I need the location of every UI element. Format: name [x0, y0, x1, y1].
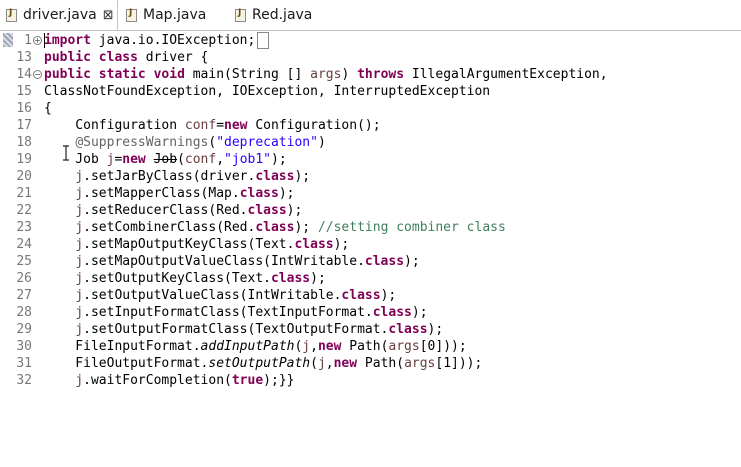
line-number: 28 [16, 305, 32, 320]
code-line[interactable]: Configuration conf=new Configuration(); [44, 117, 380, 134]
code-line[interactable]: @SuppressWarnings("deprecation") [44, 134, 325, 151]
line-number: 24 [16, 237, 32, 252]
fold-expand-icon[interactable]: + [33, 36, 42, 45]
line-number: 19 [16, 152, 32, 167]
line-number: 18 [16, 135, 32, 150]
java-file-icon: J [235, 8, 246, 22]
line-number: 15 [16, 84, 32, 99]
line-number: 25 [16, 254, 32, 269]
code-line[interactable]: j.setMapperClass(Map.class); [44, 185, 294, 202]
code-line[interactable]: FileInputFormat.addInputPath(j,new Path(… [44, 338, 466, 355]
code-line[interactable]: j.setOutputValueClass(IntWritable.class)… [44, 287, 396, 304]
code-line[interactable]: j.setOutputFormatClass(TextOutputFormat.… [44, 321, 443, 338]
code-line[interactable]: Job j=new Job(conf,"job1"); [44, 151, 286, 168]
line-number: 21 [16, 186, 32, 201]
code-line[interactable]: FileOutputFormat.setOutputPath(j,new Pat… [44, 355, 482, 372]
text-cursor-icon [63, 145, 69, 161]
overview-ruler [0, 31, 14, 467]
code-line[interactable]: public class driver { [44, 49, 208, 66]
line-number: 23 [16, 220, 32, 235]
tab-label: driver.java [23, 7, 97, 23]
code-line[interactable]: j.setCombinerClass(Red.class); //setting… [44, 219, 505, 236]
code-line[interactable]: public static void main(String [] args) … [44, 66, 608, 83]
tab-label: Map.java [143, 7, 207, 23]
line-number: 20 [16, 169, 32, 184]
line-number: 32 [16, 373, 32, 388]
line-number: 16 [16, 101, 32, 116]
editor-tab-bar: J driver.java ⊠ J Map.java J Red.java [0, 0, 741, 31]
line-number: 31 [16, 356, 32, 371]
code-line[interactable]: ClassNotFoundException, IOException, Int… [44, 83, 490, 100]
code-line[interactable]: j.setMapOutputValueClass(IntWritable.cla… [44, 253, 419, 270]
code-line[interactable]: j.setJarByClass(driver.class); [44, 168, 310, 185]
tab-red-java[interactable]: J Red.java [235, 0, 335, 30]
tab-driver-java[interactable]: J driver.java ⊠ [0, 0, 118, 30]
line-number: 1 [24, 33, 32, 48]
current-line-marker [3, 33, 13, 47]
line-number: 27 [16, 288, 32, 303]
line-number: 30 [16, 339, 32, 354]
tab-label: Red.java [252, 7, 313, 23]
line-number: 14 [16, 67, 32, 82]
code-line[interactable]: j.setInputFormatClass(TextInputFormat.cl… [44, 304, 427, 321]
line-number: 17 [16, 118, 32, 133]
line-number: 26 [16, 271, 32, 286]
code-line[interactable]: j.waitForCompletion(true);}} [44, 372, 294, 389]
fold-collapse-icon[interactable]: − [33, 70, 42, 79]
code-line[interactable]: import java.io.IOException; [44, 32, 270, 49]
java-file-icon: J [6, 8, 17, 22]
code-editor[interactable]: 1 + import java.io.IOException; 13 publi… [0, 31, 741, 467]
line-number: 29 [16, 322, 32, 337]
tab-map-java[interactable]: J Map.java [126, 0, 226, 30]
code-line[interactable]: j.setMapOutputKeyClass(Text.class); [44, 236, 349, 253]
code-line[interactable]: j.setOutputKeyClass(Text.class); [44, 270, 325, 287]
line-number: 13 [16, 50, 32, 65]
code-line[interactable]: { [44, 100, 52, 117]
close-icon[interactable]: ⊠ [103, 8, 114, 23]
java-file-icon: J [126, 8, 137, 22]
line-number: 22 [16, 203, 32, 218]
code-line[interactable]: j.setReducerClass(Red.class); [44, 202, 302, 219]
